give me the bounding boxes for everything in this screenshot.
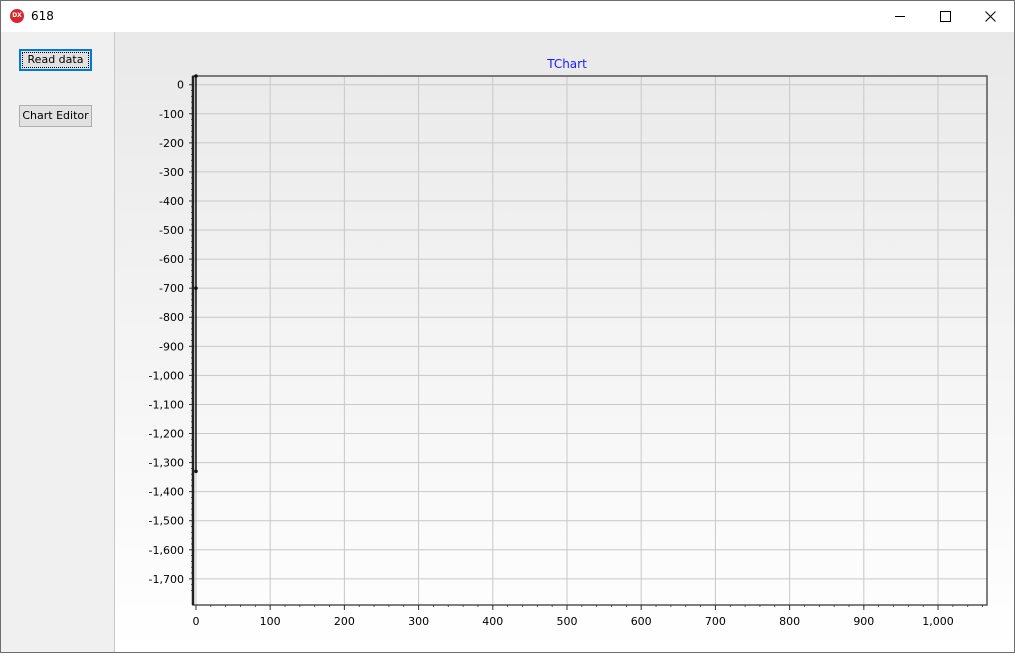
x-tick-label: 500 [556, 615, 577, 628]
chart-series [194, 74, 198, 474]
series-point [194, 469, 198, 474]
x-tick-label: 800 [779, 615, 800, 628]
y-tick-label: -1,600 [149, 544, 184, 557]
chart-title: TChart [546, 57, 587, 71]
close-icon [985, 11, 996, 22]
y-tick-label: -100 [159, 108, 184, 121]
y-tick-label: -1,300 [149, 457, 184, 470]
read-data-button[interactable]: Read data [19, 49, 92, 71]
app-window: DX 618 Read data Chart Editor TChart 0 -1… [0, 0, 1015, 653]
y-tick-label: 0 [177, 79, 184, 92]
minimize-button[interactable] [878, 1, 924, 32]
read-data-label: Read data [27, 53, 84, 66]
y-tick-label: -1,100 [149, 398, 184, 411]
dx-app-icon: DX [10, 9, 24, 23]
plot-frame [192, 75, 988, 606]
series-point [194, 286, 198, 290]
y-tick-label: -1,700 [149, 573, 184, 586]
chart-editor-label: Chart Editor [22, 109, 89, 122]
x-tick-label: 1,000 [922, 615, 954, 628]
chart-editor-button[interactable]: Chart Editor [19, 105, 92, 127]
y-tick-label: -1,400 [149, 486, 184, 499]
x-tick-label: 100 [260, 615, 281, 628]
x-tick-label: 400 [482, 615, 503, 628]
y-tick-label: -800 [159, 311, 184, 324]
y-tick-label: -1,200 [149, 428, 184, 441]
minimize-icon [895, 16, 905, 17]
y-tick-label: -1,000 [149, 369, 184, 382]
tchart[interactable]: TChart 0 -100 -200 -300 -400 -500 -600 -700 -800… [115, 32, 1014, 652]
y-tick-label: -1,500 [149, 515, 184, 528]
y-tick-label: -600 [159, 253, 184, 266]
y-tick-label: -200 [159, 137, 184, 150]
title-bar[interactable]: DX 618 [1, 1, 1014, 32]
y-tick-label: -300 [159, 166, 184, 179]
x-tick-label: 300 [408, 615, 429, 628]
y-tick-label: -900 [159, 340, 184, 353]
y-tick-label: -500 [159, 224, 184, 237]
x-tick-label: 900 [853, 615, 874, 628]
x-tick-label: 700 [705, 615, 726, 628]
chart-axes: 0 -100 -200 -300 -400 -500 -600 -700 -800 -900 -1,… [149, 75, 988, 628]
series-point [194, 74, 198, 78]
x-tick-label: 0 [192, 615, 199, 628]
close-button[interactable] [968, 1, 1014, 32]
y-tick-label: -700 [159, 282, 184, 295]
maximize-icon [940, 11, 951, 22]
y-tick-label: -400 [159, 195, 184, 208]
left-panel: Read data Chart Editor [1, 32, 115, 652]
x-tick-label: 200 [334, 615, 355, 628]
maximize-button[interactable] [923, 1, 969, 32]
chart-area[interactable]: TChart 0 -100 -200 -300 -400 -500 -600 -700 -800… [115, 32, 1014, 652]
chart-grid [193, 76, 987, 605]
x-tick-label: 600 [631, 615, 652, 628]
window-title: 618 [31, 9, 54, 23]
